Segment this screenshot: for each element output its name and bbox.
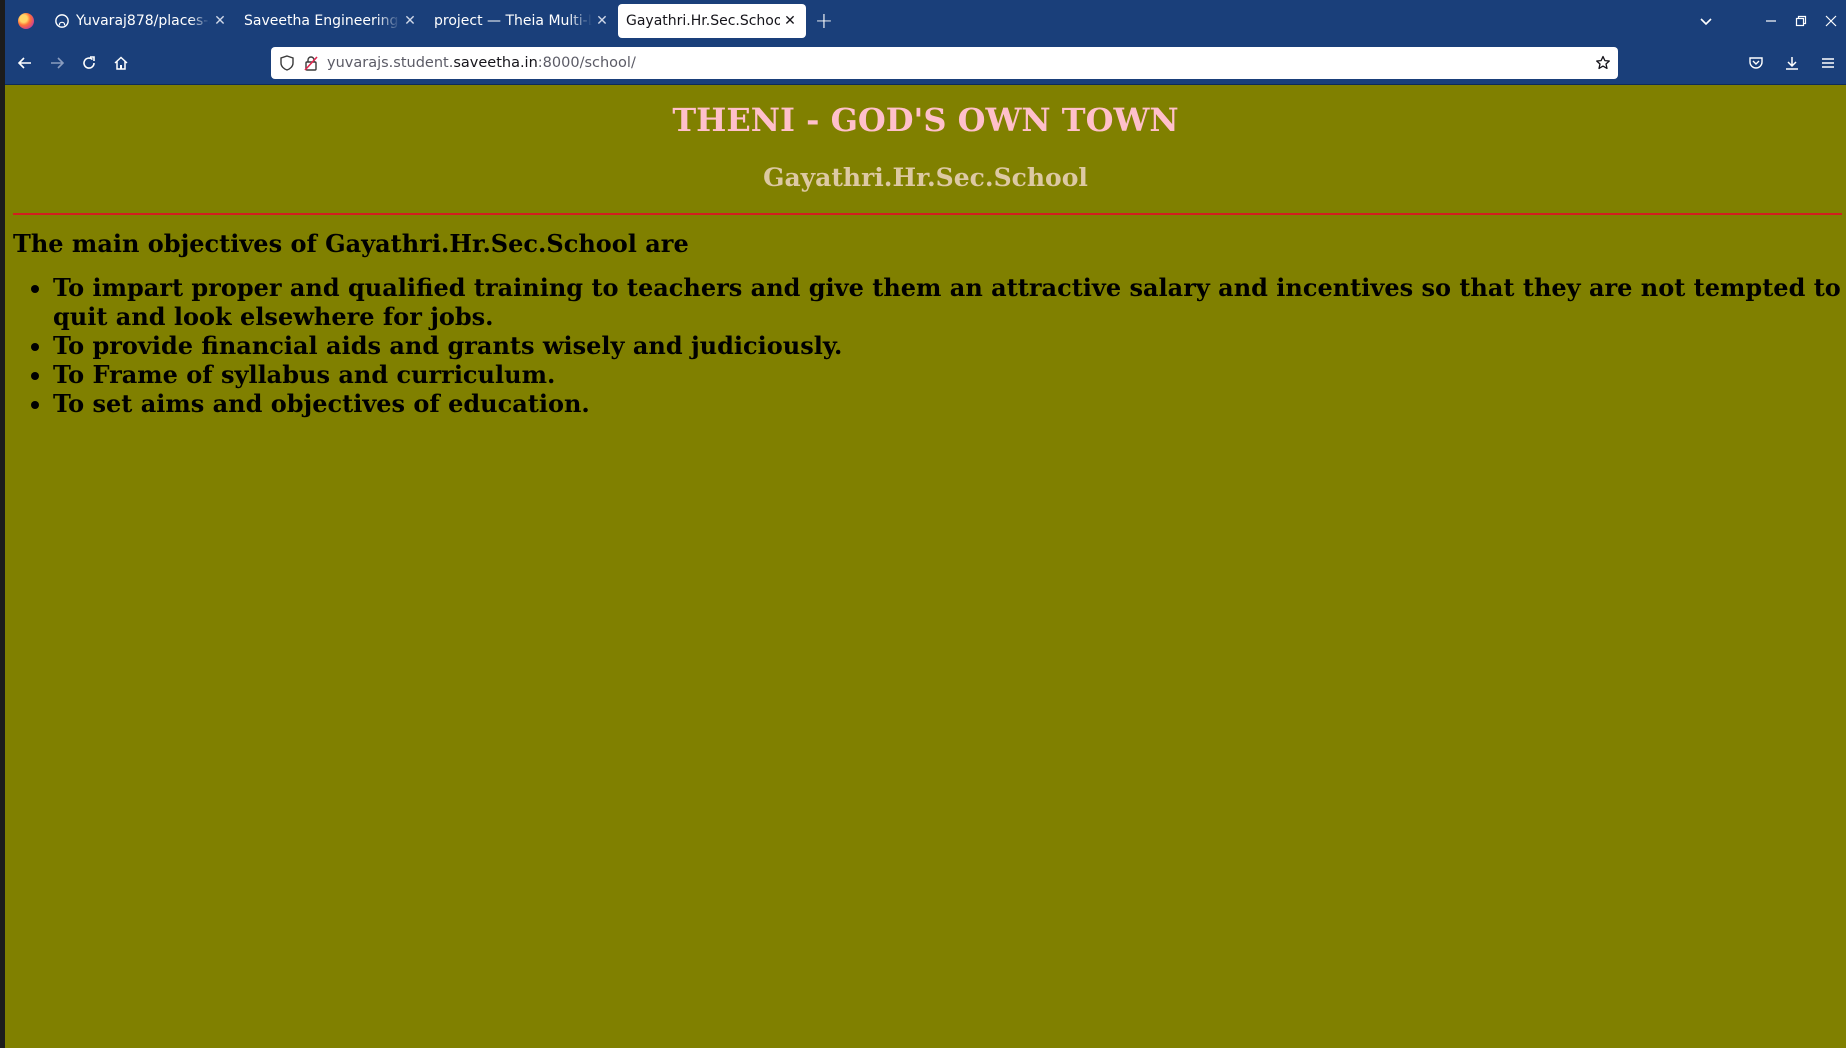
restore-button[interactable] <box>1786 0 1816 42</box>
tab-saveetha[interactable]: Saveetha Engineering College ✕ <box>236 4 426 38</box>
list-item: To Frame of syllabus and curriculum. <box>53 360 1842 389</box>
tracking-protection-shield-icon[interactable] <box>275 47 299 79</box>
plus-icon: + <box>814 8 834 34</box>
hamburger-menu-icon <box>1822 58 1834 68</box>
tab-label: Saveetha Engineering College <box>244 13 400 29</box>
navigation-toolbar: yuvarajs.student.saveetha.in:8000/school… <box>5 42 1846 85</box>
reload-button[interactable] <box>73 47 105 79</box>
objectives-list: To impart proper and qualified training … <box>13 273 1842 418</box>
pocket-button[interactable] <box>1738 47 1774 79</box>
downloads-button[interactable] <box>1774 47 1810 79</box>
horizontal-rule <box>13 213 1842 215</box>
address-bar[interactable]: yuvarajs.student.saveetha.in:8000/school… <box>271 47 1618 79</box>
tab-label: project — Theia Multi-Language <box>434 13 592 29</box>
chevron-down-icon <box>1700 18 1712 26</box>
tab-school[interactable]: Gayathri.Hr.Sec.School ✕ <box>618 4 806 38</box>
url-prefix: yuvarajs.student. <box>327 55 454 71</box>
app-menu-button[interactable] <box>1810 47 1846 79</box>
bookmark-star-icon[interactable] <box>1588 55 1618 71</box>
reload-icon <box>83 56 95 69</box>
objectives-intro: The main objectives of Gayathri.Hr.Sec.S… <box>13 229 689 258</box>
arrow-right-icon <box>51 57 65 69</box>
home-icon <box>114 56 128 70</box>
restore-icon <box>1795 15 1807 27</box>
list-item: To impart proper and qualified training … <box>53 273 1842 331</box>
close-icon <box>1825 15 1837 27</box>
minimize-icon <box>1766 20 1776 22</box>
back-button[interactable] <box>9 47 41 79</box>
insecure-lock-icon[interactable] <box>299 47 323 79</box>
github-icon <box>54 13 70 29</box>
page-subtitle: Gayathri.Hr.Sec.School <box>763 163 1088 192</box>
minimize-button[interactable] <box>1756 0 1786 42</box>
list-item: To set aims and objectives of education. <box>53 389 1842 418</box>
forward-button[interactable] <box>41 47 73 79</box>
browser-window: Yuvaraj878/places-around-me ✕ Saveetha E… <box>5 0 1846 1048</box>
close-tab-icon[interactable]: ✕ <box>594 13 610 29</box>
url-suffix: :8000/school/ <box>537 55 636 71</box>
download-icon <box>1786 57 1798 70</box>
firefox-icon <box>17 13 34 29</box>
arrow-left-icon <box>17 57 31 69</box>
page-title: THENI - GOD'S OWN TOWN <box>672 101 1179 139</box>
pocket-icon <box>1749 57 1763 69</box>
toolbar-right <box>1738 42 1846 84</box>
tab-label: Yuvaraj878/places-around-me <box>76 13 210 29</box>
close-window-button[interactable] <box>1816 0 1846 42</box>
close-tab-icon[interactable]: ✕ <box>402 13 418 29</box>
list-all-tabs-button[interactable] <box>1676 0 1736 42</box>
tab-github[interactable]: Yuvaraj878/places-around-me ✕ <box>46 4 236 38</box>
tab-label: Gayathri.Hr.Sec.School <box>626 13 780 29</box>
url-domain: saveetha.in <box>453 55 538 71</box>
url-text[interactable]: yuvarajs.student.saveetha.in:8000/school… <box>327 55 636 71</box>
new-tab-button[interactable]: + <box>806 0 842 42</box>
tab-strip: Yuvaraj878/places-around-me ✕ Saveetha E… <box>5 0 1846 42</box>
list-item: To provide financial aids and grants wis… <box>53 331 1842 360</box>
window-controls <box>1676 0 1846 42</box>
close-tab-icon[interactable]: ✕ <box>782 13 798 29</box>
home-button[interactable] <box>105 47 137 79</box>
tab-theia[interactable]: project — Theia Multi-Language ✕ <box>426 4 618 38</box>
close-tab-icon[interactable]: ✕ <box>212 13 228 29</box>
page-content: THENI - GOD'S OWN TOWN Gayathri.Hr.Sec.S… <box>5 85 1846 1048</box>
firefox-view-button[interactable] <box>5 0 46 42</box>
